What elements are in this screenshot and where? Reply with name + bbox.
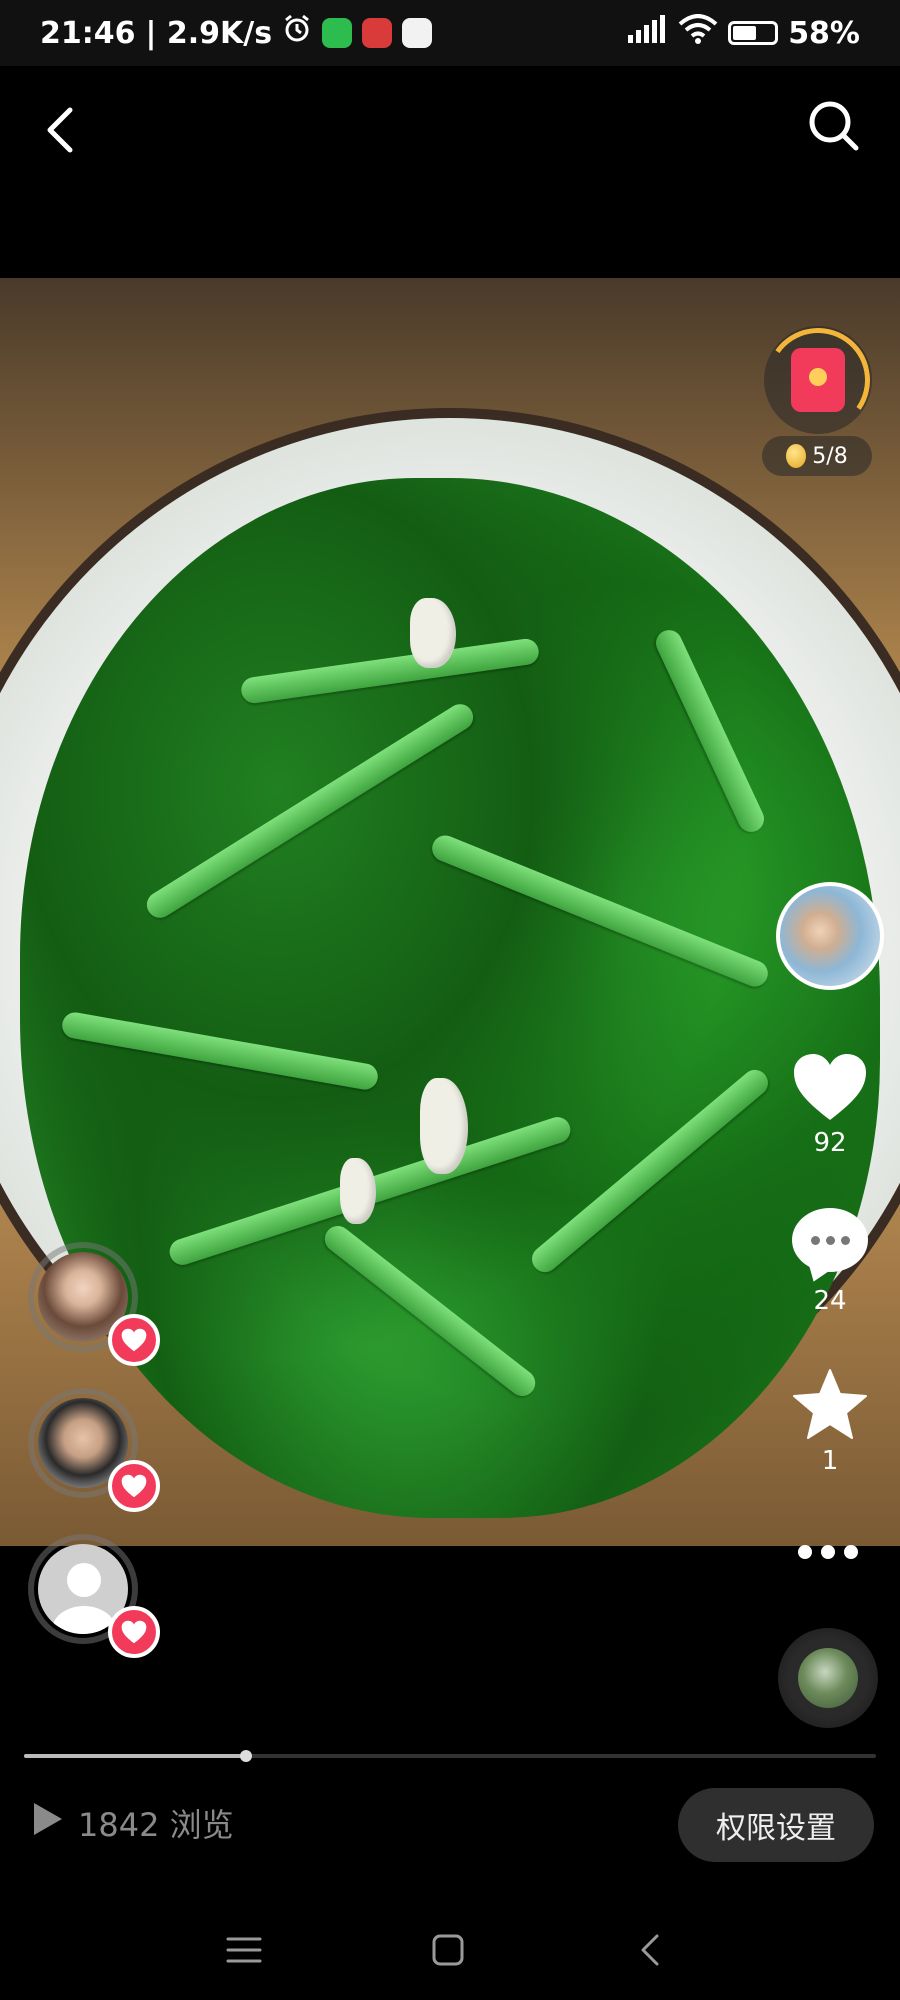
alarm-icon <box>282 14 312 52</box>
status-bar: 21:46 | 2.9K/s 58% <box>0 0 900 66</box>
play-icon <box>32 1801 64 1845</box>
music-cover <box>798 1648 858 1708</box>
progress-knob[interactable] <box>240 1750 252 1762</box>
heart-icon <box>792 1052 868 1122</box>
view-count-label: 1842 浏览 <box>78 1806 234 1844</box>
comment-count: 24 <box>813 1286 847 1316</box>
heart-badge-icon <box>108 1460 160 1512</box>
playback-progress[interactable] <box>24 1750 876 1762</box>
wechat-icon <box>322 18 353 48</box>
app-red-icon <box>362 18 393 48</box>
coin-progress: 5/8 <box>762 436 872 476</box>
like-button[interactable]: 92 <box>770 1052 890 1158</box>
liker-avatar[interactable] <box>28 1534 160 1658</box>
star-icon <box>792 1368 868 1440</box>
author-avatar[interactable] <box>776 882 884 990</box>
comment-button[interactable]: 24 <box>770 1208 890 1316</box>
app-calendar-icon <box>402 18 433 48</box>
like-count: 92 <box>813 1128 847 1158</box>
heart-badge-icon <box>108 1314 160 1366</box>
top-nav <box>0 66 900 276</box>
progress-fill <box>24 1754 246 1758</box>
chevron-left-icon[interactable] <box>36 100 84 160</box>
signal-icon <box>628 15 668 51</box>
status-time: 21:46 <box>40 15 136 51</box>
liker-avatar[interactable] <box>28 1242 160 1366</box>
battery-icon <box>728 21 779 45</box>
permission-settings-button[interactable]: 权限设置 <box>678 1788 874 1862</box>
system-nav-bar <box>0 1890 900 2000</box>
search-icon[interactable] <box>804 96 864 156</box>
heart-badge-icon <box>108 1606 160 1658</box>
coin-progress-label: 5/8 <box>812 443 848 469</box>
liker-avatar[interactable] <box>28 1388 160 1512</box>
back-nav-icon[interactable] <box>620 1920 680 1980</box>
favorite-count: 1 <box>821 1446 839 1476</box>
favorite-button[interactable]: 1 <box>770 1368 890 1476</box>
gold-egg-icon <box>786 444 807 468</box>
comment-icon <box>792 1208 868 1272</box>
status-left: 21:46 | 2.9K/s <box>40 14 433 52</box>
red-packet-button[interactable] <box>757 319 879 441</box>
status-right: 58% <box>628 14 860 52</box>
music-disc[interactable] <box>778 1628 878 1728</box>
red-envelope-icon <box>791 348 845 412</box>
home-icon[interactable] <box>418 1920 478 1980</box>
network-speed: | 2.9K/s <box>145 15 273 51</box>
battery-percent: 58% <box>788 15 860 51</box>
view-count: 1842 浏览 <box>32 1800 234 1846</box>
more-options-icon[interactable] <box>798 1545 858 1559</box>
menu-icon[interactable] <box>214 1920 274 1980</box>
wifi-icon <box>678 14 718 52</box>
